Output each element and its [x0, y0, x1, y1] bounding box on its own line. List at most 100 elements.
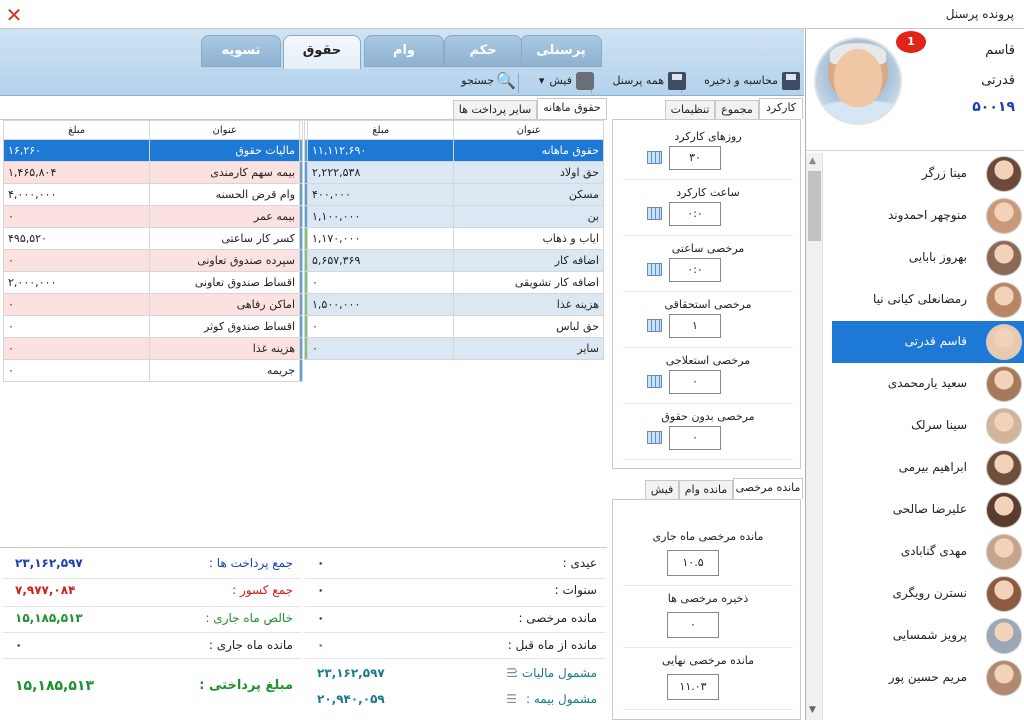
list-item[interactable]: رمضانعلی کیانی نیا: [832, 279, 1024, 321]
list-item[interactable]: مهدی گنابادی: [832, 531, 1024, 573]
calendar-icon[interactable]: [647, 431, 662, 444]
table-row[interactable]: هزینه غذا ۰: [2, 337, 303, 360]
tab-salary[interactable]: حقوق: [283, 35, 361, 69]
tab-settings[interactable]: تنظیمات: [665, 100, 715, 119]
tab-loan-balance[interactable]: مانده وام: [679, 480, 733, 499]
row-indicator: [304, 315, 308, 338]
current-balance-row: مانده ماه جاری : ۰: [3, 632, 301, 658]
row-amount: ۲,۲۲۲,۵۳۸: [306, 161, 455, 184]
calendar-icon[interactable]: [647, 319, 662, 332]
field-label: ذخیره مرخصی ها: [667, 592, 749, 605]
table-row[interactable]: اماکن رفاهی ۰: [2, 293, 303, 316]
tab-settlement[interactable]: تسویه: [201, 35, 281, 67]
list-item[interactable]: علیرضا صالحی: [832, 489, 1024, 531]
list-item[interactable]: منوچهر احمدوند: [832, 195, 1024, 237]
list-item[interactable]: قاسم قدرتی: [832, 321, 1024, 363]
row-amount: ۱,۱۷۰,۰۰۰: [306, 227, 455, 250]
scroll-thumb[interactable]: [808, 171, 821, 241]
taxable-row: مشمول مالیات : ☰ ۲۳,۱۶۲,۵۹۷: [305, 660, 605, 686]
field-input[interactable]: ۰: [669, 426, 721, 450]
table-row[interactable]: مالیات حقوق ۱۶,۲۶۰: [2, 139, 303, 162]
field-input[interactable]: ۰:۰: [669, 202, 721, 226]
avatar: [986, 618, 1022, 654]
table-row[interactable]: سایر ۰: [304, 337, 604, 360]
table-row[interactable]: حق لباس ۰: [304, 315, 604, 338]
row-indicator: [299, 183, 303, 206]
calendar-icon[interactable]: [647, 375, 662, 388]
table-row[interactable]: حقوق ماهانه ۱۱,۱۱۲,۶۹۰: [304, 139, 604, 162]
table-row[interactable]: اضافه کار تشویقی ۰: [304, 271, 604, 294]
table-row[interactable]: اقساط صندوق کوثر ۰: [2, 315, 303, 338]
row-amount: ۰: [2, 205, 151, 228]
table-row[interactable]: اقساط صندوق تعاونی ۲,۰۰۰,۰۰۰: [2, 271, 303, 294]
balance-field: مانده مرخصی ماه جاری ۱۰.۵: [623, 524, 793, 586]
payslip-button[interactable]: فیش▾: [539, 72, 594, 94]
calendar-icon[interactable]: [647, 207, 662, 220]
field-input[interactable]: ۰: [669, 370, 721, 394]
prev-month-row: مانده از ماه قبل : ۰: [305, 632, 605, 658]
list-item[interactable]: مینا زرگر: [832, 153, 1024, 195]
table-row[interactable]: هزینه غذا ۱,۵۰۰,۰۰۰: [304, 293, 604, 316]
list-item[interactable]: مریم حسین پور: [832, 657, 1024, 699]
field-input[interactable]: ۱۱.۰۳: [667, 674, 719, 700]
avatar: [986, 534, 1022, 570]
table-row[interactable]: وام قرض الحسنه ۴,۰۰۰,۰۰۰: [2, 183, 303, 206]
table-row[interactable]: اضافه کار ۵,۶۵۷,۳۶۹: [304, 249, 604, 272]
scroll-down-icon[interactable]: ▼: [809, 705, 816, 715]
field-input[interactable]: ۰:۰: [669, 258, 721, 282]
table-row[interactable]: بیمه عمر ۰: [2, 205, 303, 228]
tab-leave-balance[interactable]: مانده مرخصی: [733, 478, 803, 499]
field-input[interactable]: ۱۰.۵: [667, 550, 719, 576]
table-row[interactable]: بن ۱,۱۰۰,۰۰۰: [304, 205, 604, 228]
row-indicator: [304, 139, 308, 162]
table-row[interactable]: سپرده صندوق تعاونی ۰: [2, 249, 303, 272]
list-item[interactable]: بهروز بابایی: [832, 237, 1024, 279]
field-input[interactable]: ۰: [667, 612, 719, 638]
profile-code: ۵۰۰۱۹: [972, 99, 1015, 115]
table-row[interactable]: کسر کار ساعتی ۴۹۵,۵۲۰: [2, 227, 303, 250]
list-item[interactable]: نسترن رویگری: [832, 573, 1024, 615]
tab-payslip[interactable]: فیش: [645, 480, 679, 499]
list-item[interactable]: پرویز شمسایی: [832, 615, 1024, 657]
avatar: [986, 156, 1022, 192]
tab-personnel[interactable]: پرسنلی: [520, 35, 602, 67]
tab-monthly-salary[interactable]: حقوق ماهانه: [537, 98, 607, 119]
list-icon[interactable]: ☰: [506, 692, 517, 706]
calendar-icon[interactable]: [647, 151, 662, 164]
calc-save-button[interactable]: محاسبه و ذخیره: [704, 72, 800, 94]
save-icon: [782, 72, 800, 90]
table-row[interactable]: بیمه سهم کارمندی ۱,۴۶۵,۸۰۴: [2, 161, 303, 184]
field-label: مانده مرخصی ماه جاری: [652, 530, 764, 543]
leave-balance-row: مانده مرخصی : ۰: [305, 605, 605, 631]
tab-order[interactable]: حکم: [444, 35, 522, 67]
scrollbar[interactable]: ▲ ▼: [806, 153, 823, 720]
calendar-icon[interactable]: [647, 263, 662, 276]
scroll-up-icon[interactable]: ▲: [809, 156, 816, 166]
notification-badge[interactable]: 1: [896, 31, 926, 53]
table-row[interactable]: مسکن ۴۰۰,۰۰۰: [304, 183, 604, 206]
prev-month-label: مانده از ماه قبل :: [507, 638, 597, 652]
list-item[interactable]: سینا سرلک: [832, 405, 1024, 447]
table-row[interactable]: جریمه ۰: [2, 359, 303, 382]
tab-other-payments[interactable]: سایر پرداخت ها: [453, 100, 537, 119]
row-indicator: [299, 205, 303, 228]
row-amount: ۰: [306, 271, 455, 294]
row-amount: ۵,۶۵۷,۳۶۹: [306, 249, 455, 272]
tab-total[interactable]: مجموع: [715, 100, 759, 119]
field-input[interactable]: ۳۰: [669, 146, 721, 170]
search-button[interactable]: 🔍جستجو: [461, 72, 516, 94]
table-row[interactable]: ایاب و ذهاب ۱,۱۷۰,۰۰۰: [304, 227, 604, 250]
chevron-down-icon[interactable]: ▾: [539, 74, 545, 87]
list-item[interactable]: ابراهیم بیرمی: [832, 447, 1024, 489]
list-icon[interactable]: ☰: [506, 666, 517, 680]
list-item[interactable]: سعید یارمحمدی: [832, 363, 1024, 405]
row-indicator: [299, 249, 303, 272]
field-input[interactable]: ۱: [669, 314, 721, 338]
table-row[interactable]: حق اولاد ۲,۲۲۲,۵۳۸: [304, 161, 604, 184]
tab-work[interactable]: کارکرد: [759, 98, 803, 119]
close-icon[interactable]: ✕: [3, 4, 25, 26]
row-amount: ۰: [306, 315, 455, 338]
tab-loan[interactable]: وام: [364, 35, 444, 67]
taxable-label: مشمول مالیات :: [514, 666, 597, 680]
all-personnel-button[interactable]: همه پرسنل: [612, 72, 686, 94]
